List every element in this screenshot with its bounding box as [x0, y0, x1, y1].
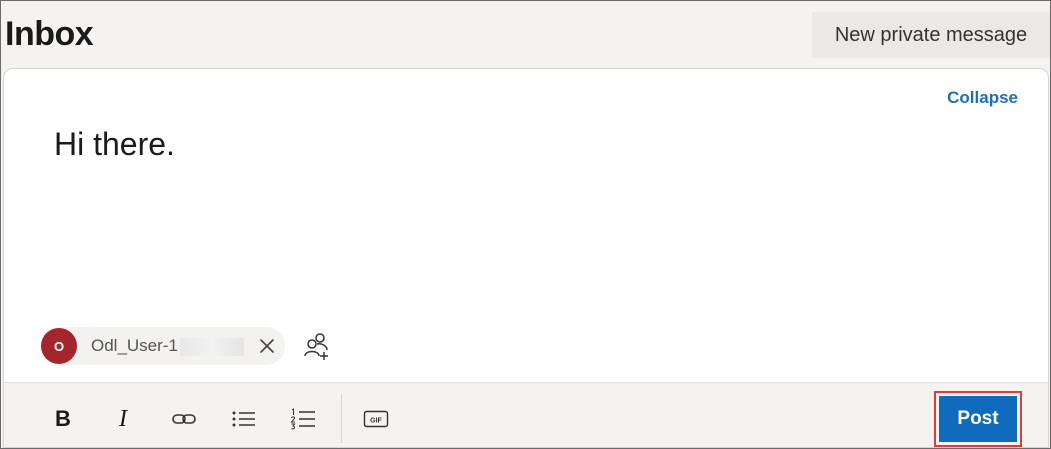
- recipient-name: Odl_User-1: [91, 336, 244, 356]
- formatting-toolbar: B I GIF Post: [4, 382, 1048, 447]
- svg-text:GIF: GIF: [370, 418, 382, 425]
- avatar: O: [41, 328, 77, 364]
- bold-button[interactable]: B: [52, 404, 74, 434]
- message-composer: Collapse Hi there. O Odl_User-1 B I GIF …: [3, 68, 1049, 448]
- collapse-link[interactable]: Collapse: [947, 88, 1018, 108]
- remove-recipient-button[interactable]: [257, 336, 277, 356]
- page-title: Inbox: [5, 15, 94, 53]
- bulleted-list-icon: [232, 411, 255, 427]
- bulleted-list-button[interactable]: [230, 404, 258, 434]
- close-icon: [260, 339, 274, 353]
- numbered-list-button[interactable]: [289, 404, 317, 434]
- toolbar-divider: [341, 395, 342, 443]
- gif-icon: GIF: [363, 410, 389, 428]
- recipient-name-text: Odl_User-1: [91, 336, 178, 355]
- add-people-icon: [304, 333, 328, 360]
- redacted-area: [179, 337, 244, 356]
- add-people-button[interactable]: [302, 331, 330, 361]
- numbered-list-icon: [290, 408, 315, 430]
- new-private-message-button[interactable]: New private message: [812, 12, 1050, 58]
- recipient-chip: O Odl_User-1: [40, 327, 285, 365]
- app-frame: Inbox New private message Collapse Hi th…: [0, 0, 1051, 449]
- italic-button[interactable]: I: [112, 404, 134, 434]
- message-body-editor[interactable]: Hi there.: [54, 126, 934, 276]
- post-button[interactable]: Post: [939, 396, 1017, 442]
- insert-gif-button[interactable]: GIF: [362, 404, 390, 434]
- link-icon: [172, 414, 196, 424]
- insert-link-button[interactable]: [170, 404, 198, 434]
